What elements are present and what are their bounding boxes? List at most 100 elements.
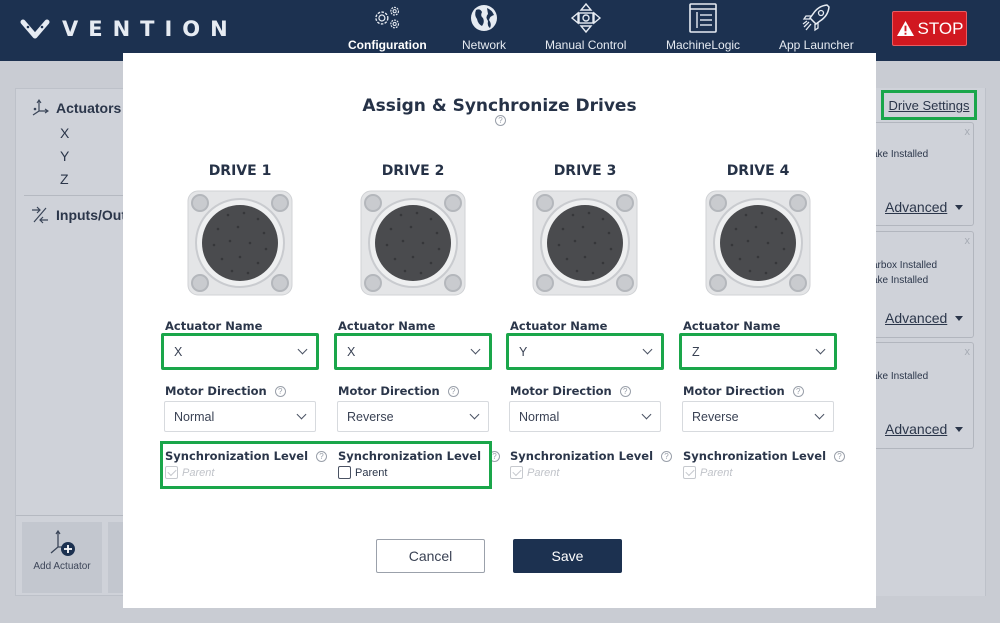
advanced-dropdown[interactable]: Advanced bbox=[885, 199, 964, 215]
actuator-item[interactable]: Y bbox=[60, 148, 69, 164]
actuator-name-label: Actuator Name bbox=[165, 319, 263, 333]
help-icon[interactable]: ? bbox=[619, 385, 631, 397]
add-actuator-label: Add Actuator bbox=[33, 561, 91, 572]
chevron-down-icon bbox=[815, 344, 826, 355]
sync-parent-checkbox-row: Parent bbox=[683, 466, 732, 479]
actuators-heading[interactable]: Actuators bbox=[30, 99, 121, 117]
actuator-name-select[interactable]: Z bbox=[679, 333, 837, 370]
sync-highlight-box bbox=[160, 441, 492, 489]
sync-parent-label: Parent bbox=[700, 466, 733, 479]
left-panel-footer: Add Actuator bbox=[16, 515, 138, 597]
advanced-label: Advanced bbox=[885, 421, 948, 437]
nav-network[interactable]: Network bbox=[462, 2, 506, 52]
card-line: ake Installed bbox=[872, 149, 929, 160]
help-icon[interactable]: ? bbox=[447, 385, 459, 397]
sync-parent-checkbox bbox=[510, 466, 523, 479]
nav-network-label: Network bbox=[462, 38, 507, 52]
motor-direction-label: Motor Direction? bbox=[510, 384, 631, 398]
divider bbox=[24, 195, 134, 196]
close-icon[interactable]: x bbox=[965, 235, 971, 247]
cancel-button[interactable]: Cancel bbox=[376, 539, 485, 573]
nav-app-launcher-label: App Launcher bbox=[779, 38, 854, 52]
io-arrows-icon bbox=[32, 206, 48, 224]
vention-logo: VENTION bbox=[20, 17, 238, 41]
drive-title: DRIVE 4 bbox=[726, 163, 790, 179]
warning-icon bbox=[896, 20, 914, 37]
drive-connector-icon bbox=[360, 190, 466, 296]
nav-configuration-label: Configuration bbox=[348, 38, 427, 52]
card-line: arbox Installed bbox=[872, 260, 938, 271]
drive-connector-icon bbox=[532, 190, 638, 296]
help-icon[interactable]: ? bbox=[834, 450, 846, 462]
advanced-dropdown[interactable]: Advanced bbox=[885, 421, 964, 437]
gears-icon bbox=[375, 6, 400, 29]
drive-connector-icon bbox=[705, 190, 811, 296]
actuator-name-label: Actuator Name bbox=[510, 319, 608, 333]
motor-direction-select[interactable]: Reverse bbox=[337, 401, 489, 432]
actuator-item[interactable]: Z bbox=[60, 171, 69, 187]
caret-down-icon bbox=[955, 315, 964, 321]
motor-direction-select[interactable]: Reverse bbox=[682, 401, 834, 432]
actuator-name-select[interactable]: X bbox=[161, 333, 319, 370]
help-icon[interactable]: ? bbox=[274, 385, 286, 397]
sync-level-label: Synchronization Level? bbox=[683, 449, 846, 463]
help-icon[interactable]: ? bbox=[792, 385, 804, 397]
nav-configuration[interactable]: Configuration bbox=[348, 2, 427, 52]
actuator-name-value: X bbox=[174, 344, 183, 359]
card-line: ake Installed bbox=[872, 371, 929, 382]
drive-connector-icon bbox=[187, 190, 293, 296]
advanced-label: Advanced bbox=[885, 199, 948, 215]
chevron-down-icon bbox=[470, 344, 481, 355]
brand-name: VENTION bbox=[62, 17, 238, 41]
stop-label: STOP bbox=[917, 18, 964, 38]
globe-icon bbox=[471, 5, 497, 31]
motor-direction-value: Reverse bbox=[347, 409, 394, 424]
save-button[interactable]: Save bbox=[513, 539, 622, 573]
sync-parent-checkbox bbox=[683, 466, 696, 479]
motor-direction-value: Reverse bbox=[692, 409, 739, 424]
help-icon[interactable]: ? bbox=[495, 115, 506, 126]
advanced-dropdown[interactable]: Advanced bbox=[885, 310, 964, 326]
actuator-name-select[interactable]: X bbox=[334, 333, 492, 370]
caret-down-icon bbox=[955, 426, 964, 432]
chevron-down-icon bbox=[814, 409, 825, 420]
actuator-item[interactable]: X bbox=[60, 125, 69, 141]
nav-app-launcher[interactable]: App Launcher bbox=[779, 2, 854, 52]
actuator-name-select[interactable]: Y bbox=[506, 333, 664, 370]
actuator-card: x ake Installed Advanced bbox=[872, 122, 974, 226]
assign-drives-modal: Assign & Synchronize Drives ? DRIVE 1 Ac… bbox=[123, 53, 876, 608]
actuator-card: x ake Installed Advanced bbox=[872, 342, 974, 449]
chevron-down-icon bbox=[469, 409, 480, 420]
advanced-label: Advanced bbox=[885, 310, 948, 326]
drive-title: DRIVE 2 bbox=[381, 163, 445, 179]
motor-direction-select[interactable]: Normal bbox=[164, 401, 316, 432]
actuator-name-label: Actuator Name bbox=[683, 319, 781, 333]
nav-machinelogic-label: MachineLogic bbox=[666, 38, 741, 52]
actuator-card: x arbox Installed ake Installed Advanced bbox=[872, 231, 974, 338]
motor-direction-label: Motor Direction? bbox=[165, 384, 286, 398]
motor-direction-value: Normal bbox=[174, 409, 215, 424]
nav-machinelogic[interactable]: MachineLogic bbox=[666, 2, 740, 52]
motor-direction-select[interactable]: Normal bbox=[509, 401, 661, 432]
close-icon[interactable]: x bbox=[965, 126, 971, 138]
sync-parent-label: Parent bbox=[527, 466, 560, 479]
card-line: ake Installed bbox=[872, 275, 929, 286]
drive-title: DRIVE 1 bbox=[208, 163, 272, 179]
close-icon[interactable]: x bbox=[965, 346, 971, 358]
actuator-name-value: Z bbox=[692, 344, 700, 359]
sync-parent-checkbox-row: Parent bbox=[510, 466, 559, 479]
vention-logo-icon bbox=[20, 19, 50, 39]
inputs-outputs-heading[interactable]: Inputs/Out bbox=[30, 206, 126, 224]
inputs-outputs-label: Inputs/Out bbox=[56, 207, 126, 223]
machinelogic-icon bbox=[689, 3, 717, 33]
help-icon[interactable]: ? bbox=[661, 450, 673, 462]
modal-title: Assign & Synchronize Drives bbox=[362, 96, 637, 116]
add-actuator-button[interactable]: Add Actuator bbox=[22, 522, 102, 593]
actuator-name-label: Actuator Name bbox=[338, 319, 436, 333]
rocket-icon bbox=[802, 4, 831, 32]
motor-direction-label: Motor Direction? bbox=[338, 384, 459, 398]
motor-direction-label: Motor Direction? bbox=[683, 384, 804, 398]
nav-manual-control[interactable]: Manual Control bbox=[545, 2, 626, 52]
stop-button[interactable]: STOP bbox=[892, 11, 967, 46]
drive-settings-link[interactable]: Drive Settings bbox=[881, 90, 977, 120]
